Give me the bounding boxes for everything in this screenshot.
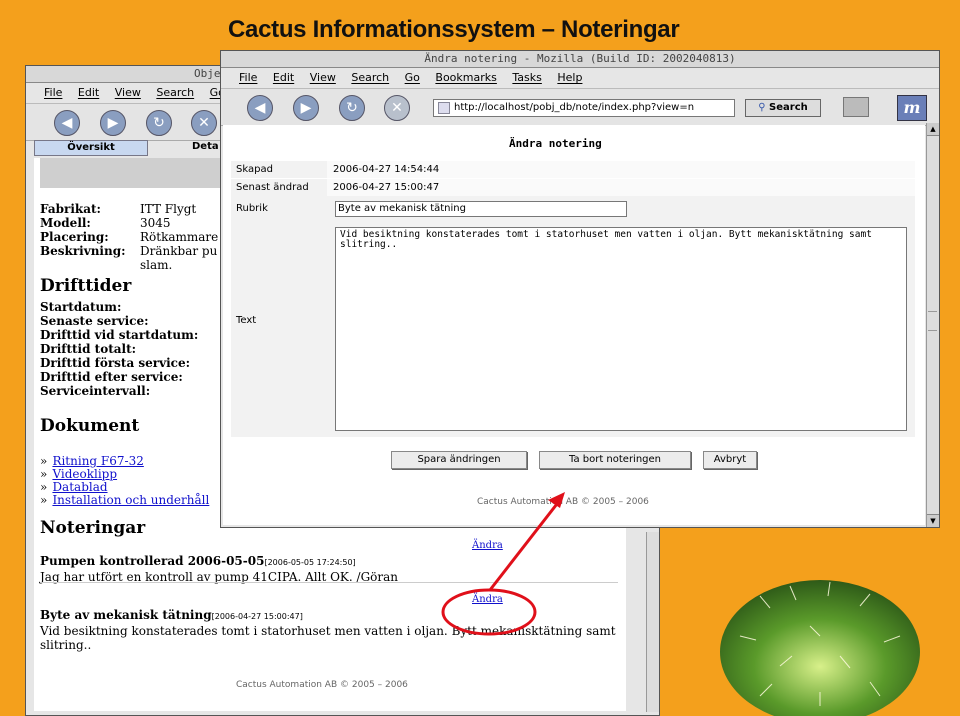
note-1: Pumpen kontrollerad 2006-05-05[2006-05-0…: [40, 540, 620, 584]
cancel-button-label: Avbryt: [713, 454, 747, 465]
front-window-titlebar: Ändra notering - Mozilla (Build ID: 2002…: [221, 51, 939, 68]
note-2-title: Byte av mekanisk tätning: [40, 608, 212, 622]
row-rubrik: Rubrik Byte av mekanisk tätning: [231, 198, 915, 220]
search-button[interactable]: ⚲ Search: [745, 99, 821, 117]
scroll-down-arrow-icon[interactable]: ▼: [927, 514, 939, 527]
menu-tasks[interactable]: Tasks: [512, 71, 541, 84]
field-drifttid-efter-service: Drifttid efter service:: [40, 370, 183, 384]
front-toolbar: ◀ ▶ ↻ ✕ http://localhost/pobj_db/note/in…: [221, 89, 939, 126]
menu-file[interactable]: File: [44, 86, 62, 99]
mozilla-logo-icon: m: [897, 95, 927, 121]
delete-note-button[interactable]: Ta bort noteringen: [539, 451, 691, 469]
scroll-thumb[interactable]: [928, 311, 937, 331]
form-table: Skapad 2006-04-27 14:54:44 Senast ändrad…: [231, 161, 915, 437]
grey-header-bar: [40, 158, 230, 188]
back-arrow-icon[interactable]: ◀: [247, 95, 273, 121]
slide-title: Cactus Informationssystem – Noteringar: [228, 16, 680, 43]
delete-note-button-label: Ta bort noteringen: [568, 454, 662, 465]
front-menubar: File Edit View Search Go Bookmarks Tasks…: [221, 68, 939, 89]
note-2-timestamp: [2006-04-27 15:00:47]: [211, 612, 303, 621]
beskrivning-value-cont: slam.: [140, 258, 173, 272]
note-1-title: Pumpen kontrollerad 2006-05-05: [40, 554, 265, 568]
tab-oversikt-label: Översikt: [67, 142, 115, 153]
tab-detaljer-label: Deta: [192, 141, 219, 152]
menu-edit[interactable]: Edit: [273, 71, 294, 84]
search-icon: ⚲: [758, 102, 766, 113]
note-1-timestamp: [2006-05-05 17:24:50]: [264, 558, 356, 567]
forward-arrow-icon[interactable]: ▶: [100, 110, 126, 136]
tab-detaljer[interactable]: Deta: [150, 140, 230, 154]
menu-search[interactable]: Search: [156, 86, 194, 99]
note-1-divider: [40, 582, 618, 583]
bullet: »: [40, 493, 48, 507]
text-textarea[interactable]: Vid besiktning konstaterades tomt i stat…: [335, 227, 907, 431]
dokument-heading: Dokument: [40, 416, 140, 436]
page-icon: [438, 102, 450, 114]
rubrik-label: Rubrik: [236, 203, 268, 214]
field-serviceintervall: Serviceintervall:: [40, 384, 151, 398]
menu-view[interactable]: View: [115, 86, 141, 99]
reload-icon[interactable]: ↻: [146, 110, 172, 136]
field-drifttid-totalt: Drifttid totalt:: [40, 342, 137, 356]
rubrik-input[interactable]: Byte av mekanisk tätning: [335, 201, 627, 217]
front-content: Ändra notering Skapad 2006-04-27 14:54:4…: [223, 125, 925, 525]
senast-andrad-value: 2006-04-27 15:00:47: [327, 179, 915, 196]
print-icon[interactable]: [843, 97, 869, 117]
stop-icon[interactable]: ✕: [384, 95, 410, 121]
field-senaste-service: Senaste service:: [40, 314, 149, 328]
menu-search[interactable]: Search: [351, 71, 389, 84]
menu-help[interactable]: Help: [557, 71, 582, 84]
menu-view[interactable]: View: [310, 71, 336, 84]
front-scrollbar[interactable]: ▲ ▼: [926, 123, 939, 527]
tab-oversikt[interactable]: Översikt: [34, 140, 148, 156]
skapad-value: 2006-04-27 14:54:44: [327, 161, 915, 178]
row-senast-andrad: Senast ändrad 2006-04-27 15:00:47: [231, 179, 915, 196]
back-footer: Cactus Automation AB © 2005 – 2006: [236, 680, 408, 690]
cancel-button[interactable]: Avbryt: [703, 451, 757, 469]
menu-bookmarks[interactable]: Bookmarks: [435, 71, 496, 84]
menu-file[interactable]: File: [239, 71, 257, 84]
reload-icon[interactable]: ↻: [339, 95, 365, 121]
note-2-body: Vid besiktning konstaterades tomt i stat…: [40, 624, 616, 652]
note-2-edit-link[interactable]: Ändra: [472, 594, 503, 605]
scroll-up-arrow-icon[interactable]: ▲: [927, 123, 939, 136]
menu-go[interactable]: Go: [405, 71, 420, 84]
note-1-edit-link[interactable]: Ändra: [472, 540, 503, 551]
back-scrollbar[interactable]: [646, 532, 659, 712]
back-arrow-icon[interactable]: ◀: [54, 110, 80, 136]
save-button[interactable]: Spara ändringen: [391, 451, 527, 469]
url-bar[interactable]: http://localhost/pobj_db/note/index.php?…: [433, 99, 735, 117]
front-browser-window: Ändra notering - Mozilla (Build ID: 2002…: [220, 50, 940, 528]
skapad-label: Skapad: [236, 164, 273, 175]
noteringar-heading: Noteringar: [40, 518, 146, 538]
cactus-image: [720, 580, 920, 716]
search-button-label: Search: [769, 102, 808, 113]
field-drifttid-startdatum: Drifttid vid startdatum:: [40, 328, 199, 342]
menu-edit[interactable]: Edit: [78, 86, 99, 99]
front-window-title: Ändra notering - Mozilla (Build ID: 2002…: [424, 52, 736, 65]
field-startdatum: Startdatum:: [40, 300, 122, 314]
back-window-title: Obje: [194, 67, 221, 80]
text-label: Text: [236, 315, 257, 326]
back-tabs: Översikt Deta: [34, 140, 234, 156]
url-text: http://localhost/pobj_db/note/index.php?…: [454, 102, 695, 113]
field-drifttid-forsta-service: Drifttid första service:: [40, 356, 191, 370]
stop-icon[interactable]: ✕: [191, 110, 217, 136]
edit-note-heading: Ändra notering: [509, 137, 602, 150]
front-footer: Cactus Automation AB © 2005 – 2006: [477, 497, 649, 507]
note-2: Byte av mekanisk tätning[2006-04-27 15:0…: [40, 594, 620, 652]
drifttider-heading: Drifttider: [40, 276, 132, 296]
link-installation[interactable]: Installation och underhåll: [52, 493, 209, 507]
senast-andrad-label: Senast ändrad: [236, 182, 309, 193]
forward-arrow-icon[interactable]: ▶: [293, 95, 319, 121]
row-skapad: Skapad 2006-04-27 14:54:44: [231, 161, 915, 179]
save-button-label: Spara ändringen: [417, 454, 501, 465]
beskrivning-label: Beskrivning:: [40, 244, 126, 258]
row-text: Text Vid besiktning konstaterades tomt i…: [231, 223, 915, 437]
